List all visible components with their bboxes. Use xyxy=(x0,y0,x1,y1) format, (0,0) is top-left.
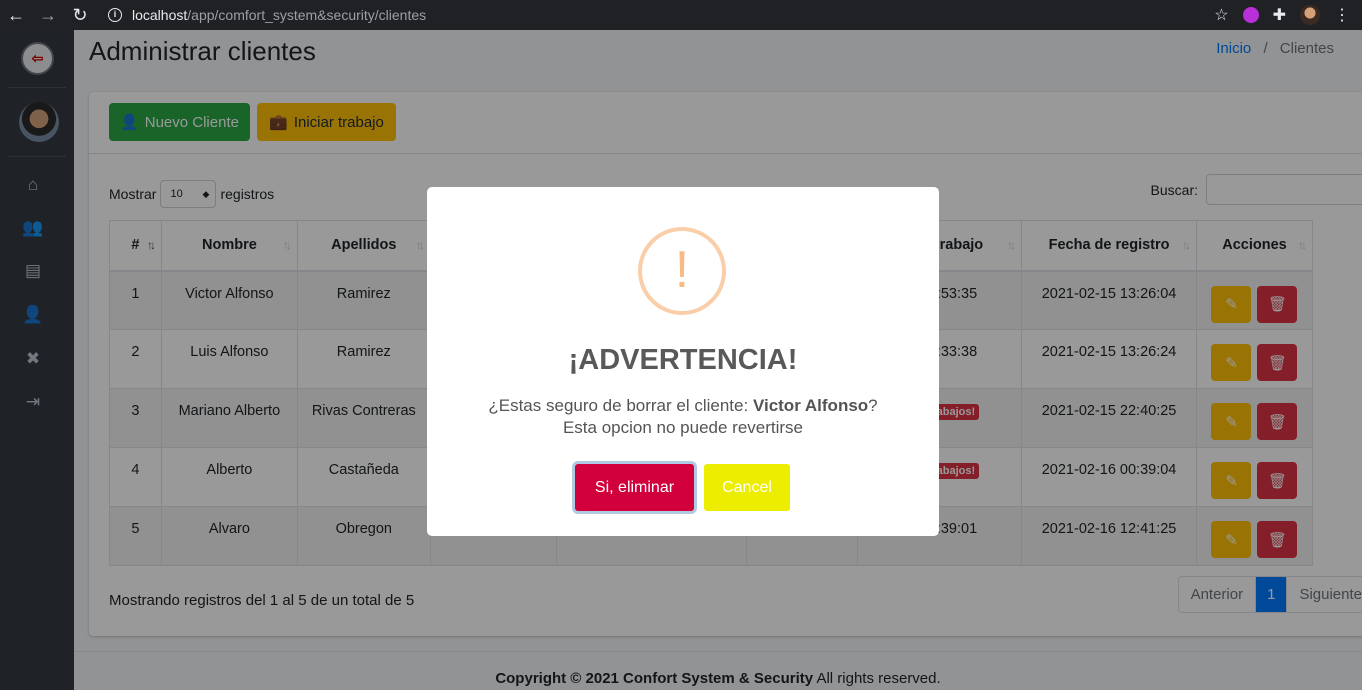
confirm-dialog: ! ¡ADVERTENCIA! ¿Estas seguro de borrar … xyxy=(427,187,939,536)
puzzle-icon[interactable]: ✚ xyxy=(1273,5,1286,25)
dialog-text-prefix: ¿Estas seguro de borrar el cliente: xyxy=(488,396,753,415)
dialog-text-suffix: ? xyxy=(868,396,878,415)
dialog-text-line2: Esta opcion no puede revertirse xyxy=(562,418,804,437)
menu-icon[interactable]: ⋮ xyxy=(1334,5,1350,25)
profile-avatar[interactable] xyxy=(1300,5,1320,25)
url-path: /app/comfort_system&security/clientes xyxy=(187,7,427,23)
warning-icon: ! xyxy=(638,227,726,315)
reload-icon[interactable]: ↻ xyxy=(64,5,96,26)
address-bar[interactable]: i localhost/app/comfort_system&security/… xyxy=(108,3,1226,27)
star-icon[interactable]: ☆ xyxy=(1214,5,1228,25)
cancel-button[interactable]: Cancel xyxy=(704,464,790,511)
info-icon[interactable]: i xyxy=(108,8,122,22)
browser-toolbar: ← → ↻ i localhost/app/comfort_system&sec… xyxy=(0,0,1362,30)
url-host: localhost xyxy=(132,7,188,23)
forward-icon[interactable]: → xyxy=(32,5,64,26)
back-icon[interactable]: ← xyxy=(0,5,32,26)
dialog-client-name: Victor Alfonso xyxy=(752,396,869,415)
dialog-message: ¿Estas seguro de borrar el cliente: Vict… xyxy=(427,395,939,439)
confirm-delete-button[interactable]: Si, eliminar xyxy=(575,464,694,511)
dialog-title: ¡ADVERTENCIA! xyxy=(568,344,798,376)
extension-icon[interactable] xyxy=(1242,7,1259,23)
